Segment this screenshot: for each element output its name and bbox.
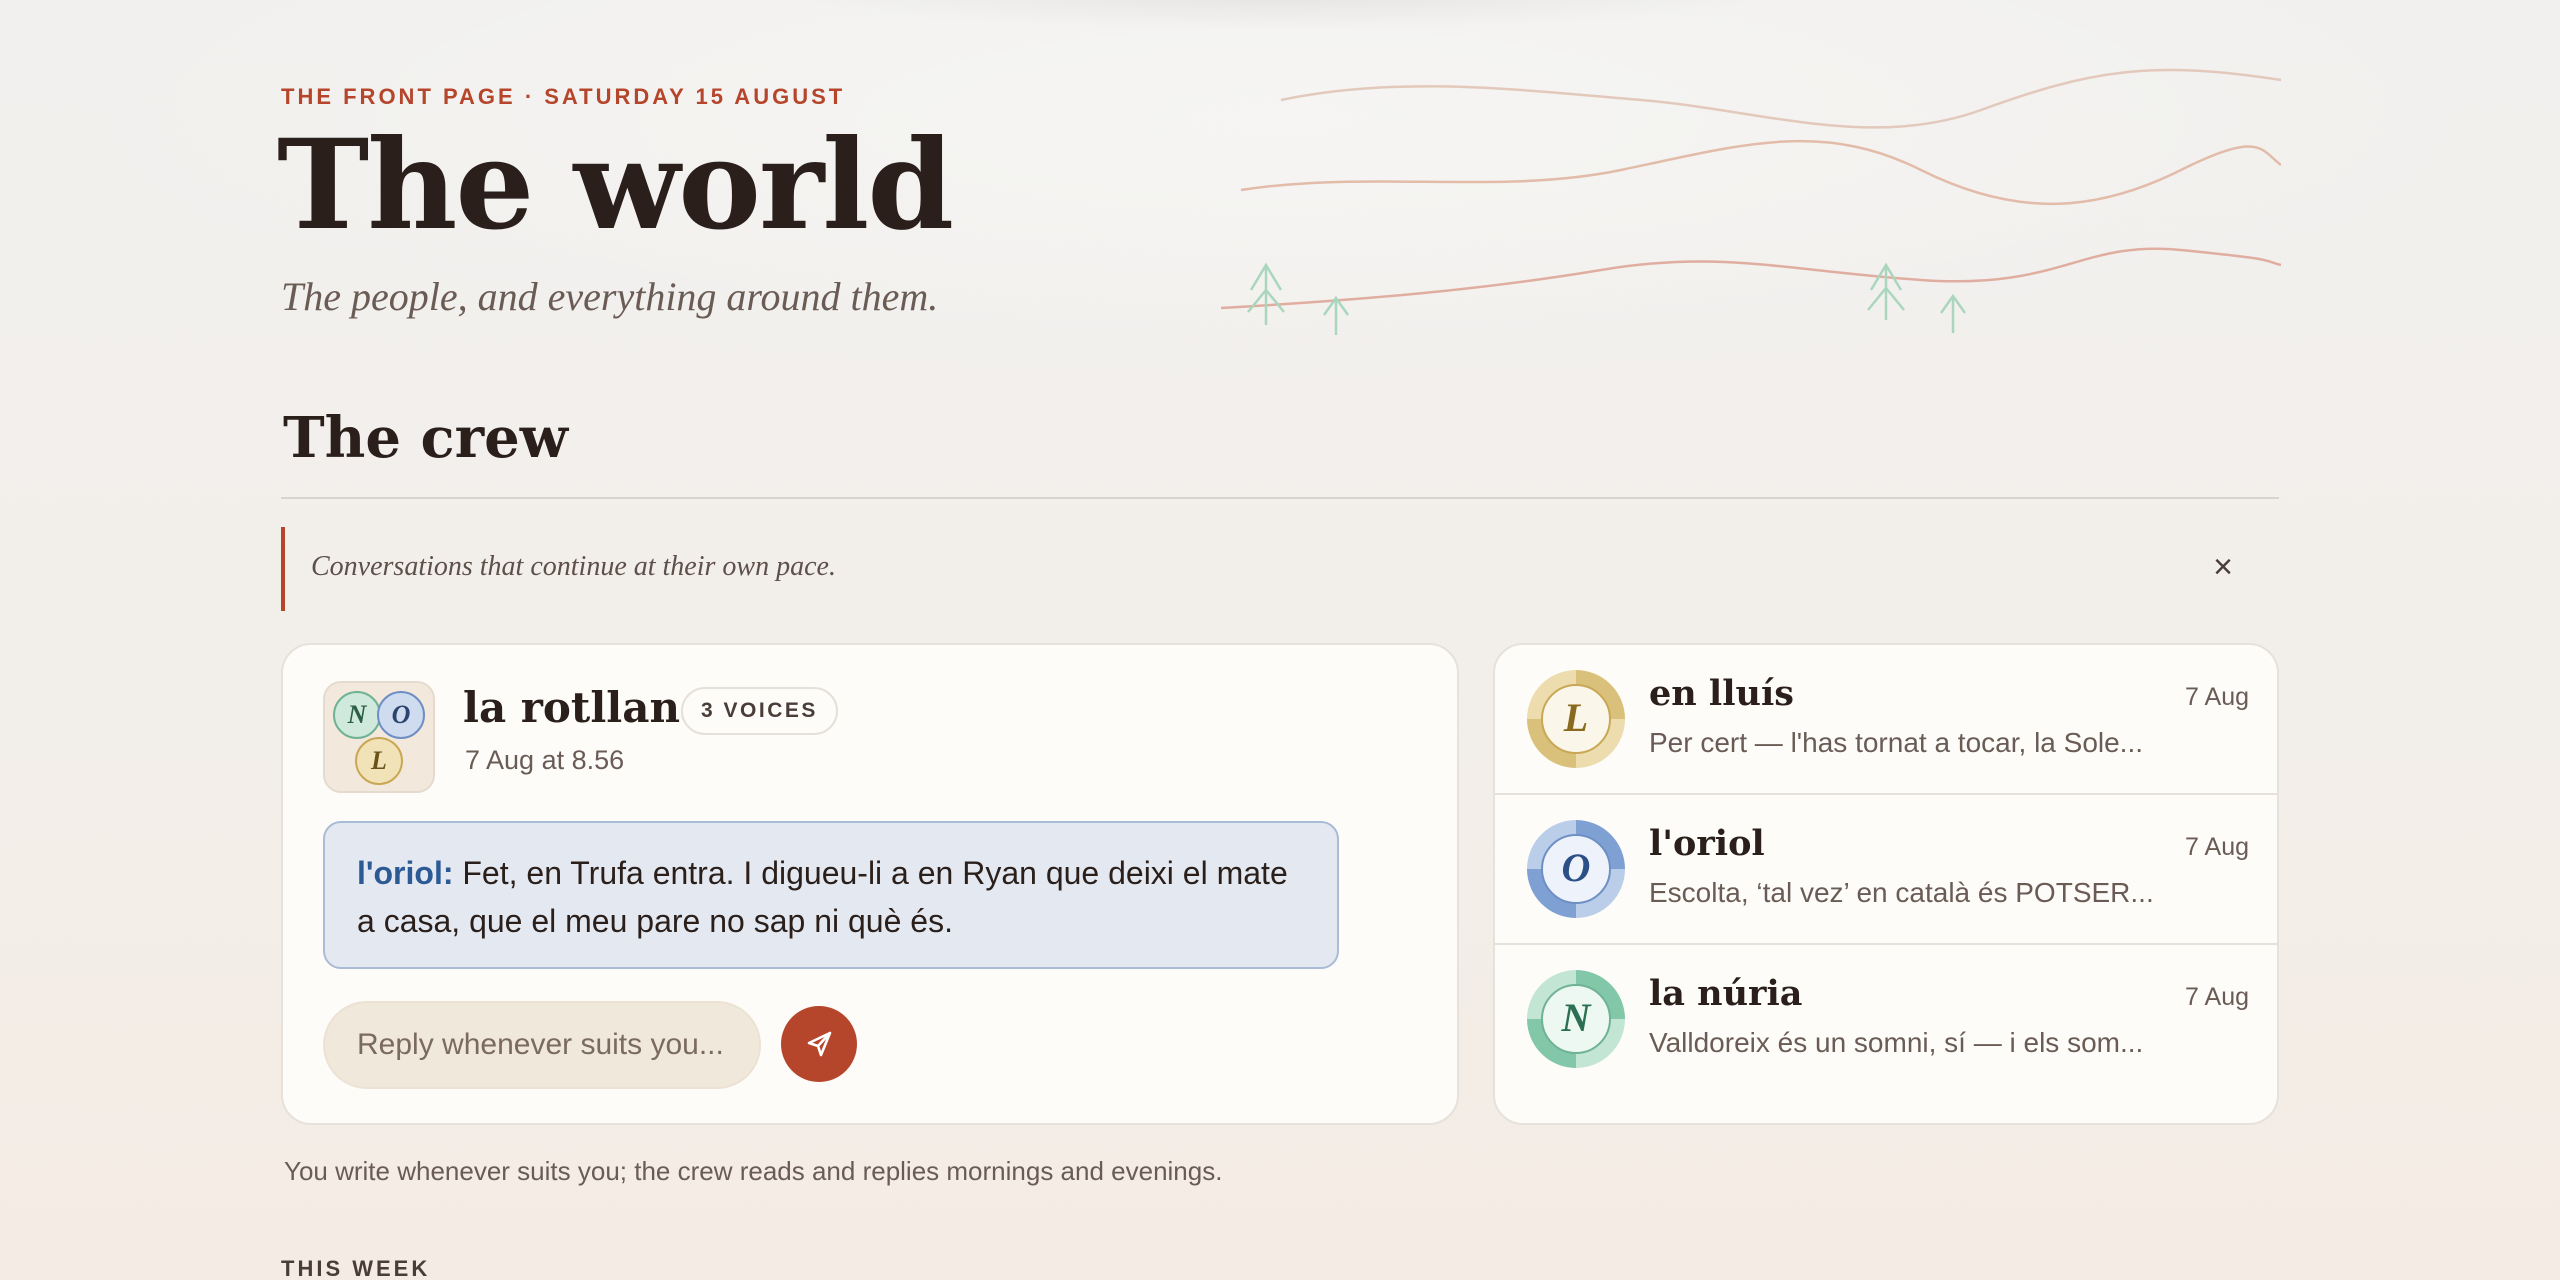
- info-note: Conversations that continue at their own…: [281, 527, 2279, 611]
- thread-preview: Escolta, ‘tal vez’ en català és POTSER..…: [1649, 877, 2154, 908]
- page-kicker: THE FRONT PAGE · SATURDAY 15 AUGUST: [281, 84, 846, 109]
- avatar-initial: N: [1541, 984, 1611, 1054]
- crew-footnote: You write whenever suits you; the crew r…: [284, 1156, 1223, 1186]
- message-text: Fet, en Trufa entra. I digueu-li a en Ry…: [357, 855, 1288, 939]
- list-item-lluis[interactable]: L en lluís 7 Aug Per cert — l'has tornat…: [1495, 645, 2277, 795]
- latest-message: l'oriol: Fet, en Trufa entra. I digueu-l…: [323, 821, 1339, 969]
- page-title: The world: [277, 113, 954, 258]
- thread-preview: Per cert — l'has tornat a tocar, la Sole…: [1649, 727, 2144, 758]
- landscape-illustration: [1221, 68, 2281, 335]
- reply-input[interactable]: [323, 1001, 761, 1089]
- send-icon: [807, 1031, 832, 1057]
- thread-name: en lluís: [1649, 673, 1794, 714]
- thread-name: la núria: [1649, 973, 1803, 1014]
- avatar: L: [1527, 670, 1625, 768]
- thread-date: 7 Aug: [2185, 983, 2249, 1011]
- message-author: l'oriol:: [357, 855, 454, 891]
- avatar: N: [1527, 970, 1625, 1068]
- list-item-nuria[interactable]: N la núria 7 Aug Valldoreix és un somni,…: [1495, 945, 2277, 1095]
- avatar-oriol: O: [377, 691, 425, 739]
- avatar-nuria: N: [333, 691, 381, 739]
- avatar: O: [1527, 820, 1625, 918]
- group-timestamp: 7 Aug at 8.56: [465, 745, 625, 775]
- crew-section-title: The crew: [283, 405, 568, 471]
- thread-preview: Valldoreix és un somni, sí — i els som..…: [1649, 1027, 2144, 1058]
- thread-date: 7 Aug: [2185, 683, 2249, 711]
- info-note-text: Conversations that continue at their own…: [311, 551, 836, 582]
- group-conversation-card: N O L la rotllana 3 VOICES 7 Aug at 8.56…: [281, 643, 1459, 1125]
- thread-date: 7 Aug: [2185, 833, 2249, 861]
- page-content: THE FRONT PAGE · SATURDAY 15 AUGUST The …: [277, 0, 2281, 1280]
- send-button[interactable]: [781, 1006, 857, 1082]
- this-week-heading: THIS WEEK: [281, 1256, 431, 1280]
- thread-name: l'oriol: [1649, 823, 1765, 864]
- avatar-initial: O: [1541, 834, 1611, 904]
- group-avatar: N O L: [323, 681, 435, 793]
- section-divider: [281, 497, 2279, 499]
- avatar-lluis: L: [355, 737, 403, 785]
- list-item-oriol[interactable]: O l'oriol 7 Aug Escolta, ‘tal vez’ en ca…: [1495, 795, 2277, 945]
- close-icon[interactable]: ×: [2205, 549, 2241, 585]
- page-subtitle: The people, and everything around them.: [281, 274, 939, 319]
- avatar-initial: L: [1541, 684, 1611, 754]
- group-name: la rotllana: [463, 683, 708, 732]
- voices-badge: 3 VOICES: [681, 687, 838, 735]
- conversation-list: L en lluís 7 Aug Per cert — l'has tornat…: [1493, 643, 2279, 1125]
